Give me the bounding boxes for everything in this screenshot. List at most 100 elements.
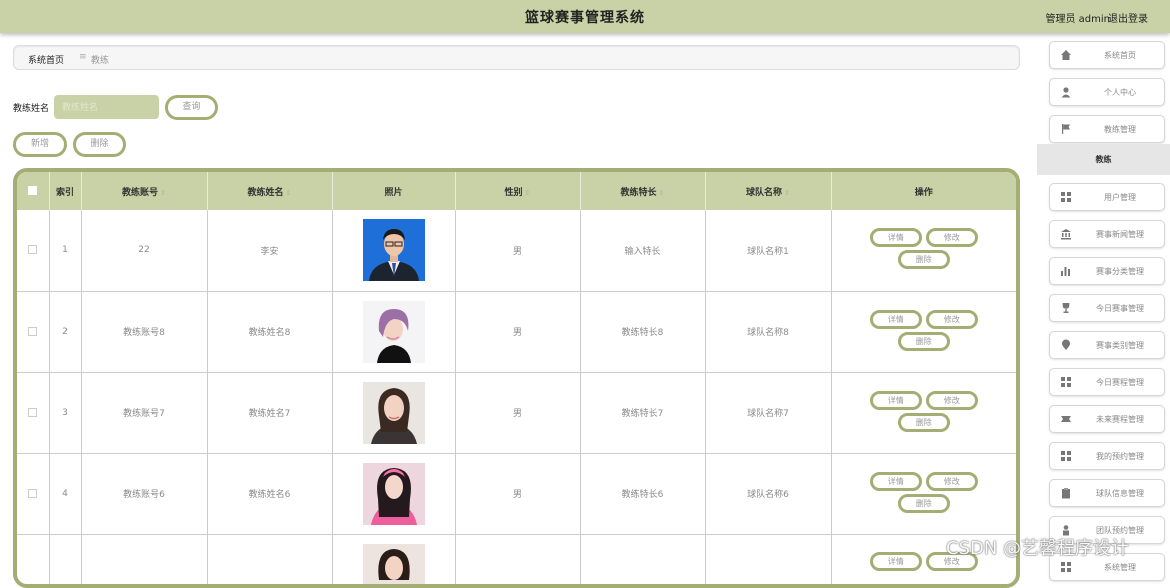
cell-specialty: 教练特长7 [580, 372, 705, 453]
coach-name-search-input[interactable] [54, 95, 159, 119]
breadcrumb: 系统首页 ≡ 教练 [13, 45, 1020, 70]
cell-photo [332, 534, 455, 588]
row-checkbox[interactable] [28, 489, 37, 498]
bank-icon [1060, 228, 1072, 240]
grid-icon [1060, 376, 1072, 388]
cell-photo [332, 453, 455, 534]
row-delete-button[interactable]: 删除 [898, 413, 950, 432]
cell-team: 球队名称8 [705, 291, 831, 372]
table-row: 2 教练账号8 教练姓名8 男 教练特长8 [17, 291, 1016, 372]
row-delete-button[interactable]: 删除 [898, 250, 950, 269]
delete-button[interactable]: 删除 [73, 132, 126, 157]
edit-button[interactable]: 修改 [926, 472, 978, 491]
cell-name: 教练姓名6 [207, 453, 332, 534]
header-specialty[interactable]: 教练特长⇕ [580, 172, 705, 210]
cell-account: 教练账号8 [81, 291, 207, 372]
cell-actions: 详情修改 删除 [831, 210, 1016, 291]
coach-photo [363, 301, 425, 363]
sort-icon[interactable]: ⇕ [160, 189, 166, 197]
cell-gender: 男 [455, 210, 580, 291]
edit-button[interactable]: 修改 [926, 310, 978, 329]
cell-index [49, 534, 81, 588]
header-account[interactable]: 教练账号⇕ [81, 172, 207, 210]
cell-gender [455, 534, 580, 588]
detail-button[interactable]: 详情 [870, 310, 922, 329]
table-row: 详情修改 [17, 534, 1016, 588]
breadcrumb-current: 教练 [91, 53, 109, 66]
cell-team [705, 534, 831, 588]
cell-specialty: 教练特长8 [580, 291, 705, 372]
sort-icon[interactable]: ⇕ [525, 189, 531, 197]
cell-gender: 男 [455, 291, 580, 372]
header-team[interactable]: 球队名称⇕ [705, 172, 831, 210]
header-gender[interactable]: 性别⇕ [455, 172, 580, 210]
current-user-label: 管理员 admin [1045, 10, 1110, 25]
sidebar-item-profile[interactable]: 个人中心 [1049, 78, 1165, 106]
select-all-header [17, 172, 49, 210]
cell-name: 教练姓名8 [207, 291, 332, 372]
query-button[interactable]: 查询 [165, 95, 218, 120]
clipboard-icon [1060, 487, 1072, 499]
breadcrumb-home-link[interactable]: 系统首页 [28, 53, 64, 66]
cell-photo [332, 210, 455, 291]
cell-gender: 男 [455, 372, 580, 453]
coach-photo [363, 382, 425, 444]
detail-button[interactable]: 详情 [870, 391, 922, 410]
sidebar-item-user-management[interactable]: 用户管理 [1049, 183, 1165, 211]
sidebar-item-news-management[interactable]: 赛事新闻管理 [1049, 220, 1165, 248]
detail-button[interactable]: 详情 [870, 552, 922, 571]
logout-link[interactable]: 退出登录 [1108, 10, 1148, 25]
edit-button[interactable]: 修改 [926, 228, 978, 247]
sidebar-item-my-reservation-management[interactable]: 我的预约管理 [1049, 442, 1165, 470]
coach-photo [363, 219, 425, 281]
app-title: 篮球赛事管理系统 [0, 7, 1170, 27]
table-row: 1 22 李安 [17, 210, 1016, 291]
coach-photo [363, 544, 425, 588]
watermark: CSDN @艺馨程序设计 [946, 534, 1129, 560]
row-checkbox[interactable] [28, 327, 37, 336]
select-all-checkbox[interactable] [28, 186, 37, 195]
cell-account: 教练账号7 [81, 372, 207, 453]
sidebar-item-today-match-management[interactable]: 今日赛事管理 [1049, 294, 1165, 322]
detail-button[interactable]: 详情 [870, 472, 922, 491]
sidebar-item-match-type-management[interactable]: 赛事类别管理 [1049, 331, 1165, 359]
trophy-icon [1060, 302, 1072, 314]
header-index: 索引 [49, 172, 81, 210]
cell-specialty: 输入特长 [580, 210, 705, 291]
cell-actions: 详情修改 删除 [831, 372, 1016, 453]
cell-gender: 男 [455, 453, 580, 534]
edit-button[interactable]: 修改 [926, 391, 978, 410]
cell-index: 4 [49, 453, 81, 534]
add-button[interactable]: 新增 [13, 132, 67, 157]
sidebar-item-home[interactable]: 系统首页 [1049, 41, 1165, 69]
cell-name: 教练姓名7 [207, 372, 332, 453]
sort-icon[interactable]: ⇕ [659, 189, 665, 197]
row-delete-button[interactable]: 删除 [898, 332, 950, 351]
grid-icon [1060, 450, 1072, 462]
sort-icon[interactable]: ⇕ [286, 189, 292, 197]
row-checkbox[interactable] [28, 245, 37, 254]
cell-photo [332, 291, 455, 372]
header-photo: 照片 [332, 172, 455, 210]
sidebar-item-team-info-management[interactable]: 球队信息管理 [1049, 479, 1165, 507]
sidebar-item-future-schedule-management[interactable]: 未来赛程管理 [1049, 405, 1165, 433]
header-name[interactable]: 教练姓名⇕ [207, 172, 332, 210]
sidebar: 系统首页 个人中心 教练管理 教练 用户管理 赛事新闻管理 赛事分类管理 今日赛… [1037, 36, 1170, 565]
sidebar-item-coach-management[interactable]: 教练管理 [1049, 115, 1165, 143]
table-header-row: 索引 教练账号⇕ 教练姓名⇕ 照片 性别⇕ 教练特长⇕ 球队名称⇕ 操作 [17, 172, 1016, 210]
cell-team: 球队名称7 [705, 372, 831, 453]
header-actions: 操作 [831, 172, 1016, 210]
sidebar-item-today-schedule-management[interactable]: 今日赛程管理 [1049, 368, 1165, 396]
cell-actions: 详情修改 删除 [831, 291, 1016, 372]
row-delete-button[interactable]: 删除 [898, 494, 950, 513]
sidebar-item-category-management[interactable]: 赛事分类管理 [1049, 257, 1165, 285]
cell-specialty [580, 534, 705, 588]
tag-icon [1060, 413, 1072, 425]
sidebar-subitem-coach[interactable]: 教练 [1037, 144, 1170, 175]
sort-icon[interactable]: ⇕ [784, 189, 790, 197]
row-checkbox[interactable] [28, 408, 37, 417]
cell-index: 2 [49, 291, 81, 372]
detail-button[interactable]: 详情 [870, 228, 922, 247]
cell-account: 22 [81, 210, 207, 291]
cell-account [81, 534, 207, 588]
